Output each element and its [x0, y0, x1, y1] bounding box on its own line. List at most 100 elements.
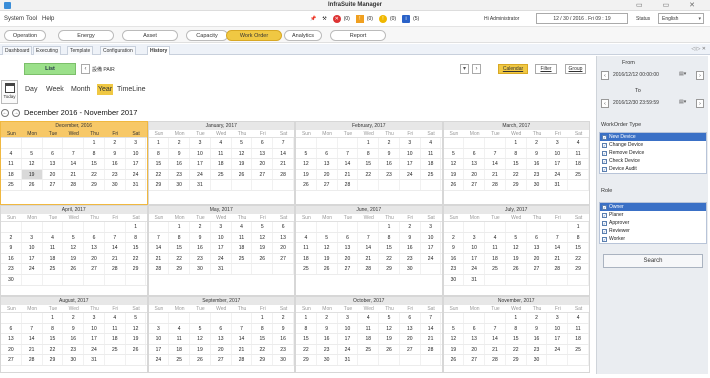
- day-cell[interactable]: 15: [506, 334, 527, 344]
- day-cell[interactable]: 5: [444, 323, 465, 334]
- day-cell[interactable]: 19: [21, 169, 43, 180]
- day-cell[interactable]: 25: [568, 344, 589, 355]
- checkbox-icon[interactable]: ✓: [602, 159, 607, 164]
- day-cell[interactable]: 26: [22, 180, 43, 190]
- workorder-type-item[interactable]: ✓ Device Audit: [600, 165, 706, 173]
- day-cell[interactable]: 27: [464, 355, 486, 365]
- day-cell[interactable]: 29: [169, 264, 191, 274]
- day-cell[interactable]: 13: [273, 232, 294, 243]
- day-cell[interactable]: 27: [400, 344, 421, 355]
- day-cell[interactable]: 3: [338, 313, 359, 323]
- day-cell[interactable]: 1: [506, 138, 527, 148]
- day-cell[interactable]: 16: [400, 243, 421, 253]
- day-cell[interactable]: 14: [22, 334, 43, 344]
- day-cell[interactable]: 18: [1, 169, 22, 180]
- day-cell[interactable]: 24: [211, 253, 232, 264]
- day-cell[interactable]: 19: [379, 334, 400, 344]
- day-cell[interactable]: 22: [506, 344, 527, 355]
- to-next-icon[interactable]: ›: [696, 99, 704, 108]
- to-value[interactable]: 2016/12/30 23:59:59: [613, 99, 689, 108]
- day-cell[interactable]: 23: [317, 344, 338, 355]
- day-cell[interactable]: 30: [190, 264, 211, 274]
- day-cell[interactable]: 23: [527, 169, 548, 180]
- day-cell[interactable]: 28: [338, 180, 359, 190]
- day-cell[interactable]: 13: [211, 334, 232, 344]
- calendar-dropdown-icon[interactable]: ▤▾: [679, 99, 686, 105]
- day-cell[interactable]: 13: [400, 323, 421, 334]
- day-cell[interactable]: 25: [485, 264, 506, 274]
- day-cell[interactable]: 6: [211, 323, 232, 334]
- day-cell[interactable]: 15: [169, 243, 191, 253]
- day-cell[interactable]: 24: [547, 344, 569, 355]
- day-cell[interactable]: 5: [22, 148, 43, 159]
- dropdown-icon[interactable]: ▾: [460, 64, 469, 74]
- list-button[interactable]: List: [24, 63, 76, 75]
- day-cell[interactable]: 22: [296, 344, 317, 355]
- day-cell[interactable]: 29: [149, 180, 170, 190]
- day-cell[interactable]: 9: [400, 232, 421, 243]
- day-cell[interactable]: 16: [63, 334, 85, 344]
- day-cell[interactable]: 14: [63, 159, 85, 169]
- day-cell[interactable]: 28: [358, 264, 380, 274]
- nav-asset[interactable]: Asset: [122, 30, 178, 41]
- day-cell[interactable]: 20: [273, 243, 294, 253]
- tab-history[interactable]: History: [147, 46, 171, 55]
- day-cell[interactable]: 18: [421, 159, 442, 169]
- day-cell[interactable]: 4: [43, 232, 64, 243]
- day-cell[interactable]: 27: [211, 355, 232, 365]
- checkbox-icon[interactable]: ✓: [602, 151, 607, 156]
- day-cell[interactable]: 10: [149, 334, 170, 344]
- day-cell[interactable]: 8: [568, 232, 589, 243]
- day-cell[interactable]: 10: [211, 232, 232, 243]
- day-cell[interactable]: 2: [273, 313, 294, 323]
- day-cell[interactable]: 17: [400, 159, 421, 169]
- day-cell[interactable]: 22: [568, 253, 589, 264]
- day-cell[interactable]: 18: [211, 159, 232, 169]
- day-cell[interactable]: 11: [169, 334, 191, 344]
- day-cell[interactable]: 13: [1, 334, 22, 344]
- day-cell[interactable]: 24: [22, 264, 43, 274]
- pin-icon[interactable]: 📌: [310, 16, 316, 22]
- day-cell[interactable]: 10: [190, 148, 211, 159]
- day-cell[interactable]: 5: [63, 232, 85, 243]
- day-cell[interactable]: 11: [105, 323, 126, 334]
- day-cell[interactable]: 20: [1, 344, 22, 355]
- day-cell[interactable]: 7: [338, 148, 359, 159]
- day-cell[interactable]: 30: [1, 274, 22, 285]
- day-cell[interactable]: 9: [63, 323, 85, 334]
- day-cell[interactable]: 24: [149, 355, 170, 365]
- role-item[interactable]: ✓ Approver: [600, 219, 706, 227]
- day-cell[interactable]: 31: [190, 180, 211, 190]
- day-cell[interactable]: 3: [421, 222, 442, 232]
- day-cell[interactable]: 30: [273, 355, 294, 365]
- day-cell[interactable]: 16: [273, 334, 294, 344]
- tab-controls[interactable]: ◁ ▷ ✕: [691, 46, 706, 52]
- day-cell[interactable]: 25: [296, 264, 317, 274]
- day-cell[interactable]: 28: [149, 264, 170, 274]
- day-cell[interactable]: 27: [464, 180, 486, 190]
- day-cell[interactable]: 5: [190, 323, 211, 334]
- day-cell[interactable]: 22: [126, 253, 147, 264]
- day-cell[interactable]: 21: [105, 253, 126, 264]
- critical-alarm[interactable]: ✕ (0): [332, 15, 350, 23]
- day-cell[interactable]: 25: [358, 344, 380, 355]
- day-cell[interactable]: 23: [444, 264, 465, 274]
- day-cell[interactable]: 10: [126, 148, 147, 159]
- day-cell[interactable]: 7: [149, 232, 170, 243]
- workorder-type-item[interactable]: ✓ Check Device: [600, 157, 706, 165]
- day-cell[interactable]: 25: [568, 169, 589, 180]
- day-cell[interactable]: 29: [506, 180, 527, 190]
- day-cell[interactable]: 16: [317, 334, 338, 344]
- day-cell[interactable]: 15: [379, 243, 400, 253]
- day-cell[interactable]: 15: [252, 334, 274, 344]
- day-cell[interactable]: 21: [63, 169, 85, 180]
- day-cell[interactable]: 20: [252, 159, 274, 169]
- day-cell[interactable]: 14: [273, 148, 294, 159]
- day-cell[interactable]: 3: [84, 313, 105, 323]
- day-cell[interactable]: 1: [296, 313, 317, 323]
- day-cell[interactable]: 1: [84, 138, 105, 148]
- day-cell[interactable]: 23: [105, 169, 126, 180]
- day-cell[interactable]: 1: [43, 313, 64, 323]
- checkbox-icon[interactable]: ✓: [602, 143, 607, 148]
- day-cell[interactable]: 15: [43, 334, 64, 344]
